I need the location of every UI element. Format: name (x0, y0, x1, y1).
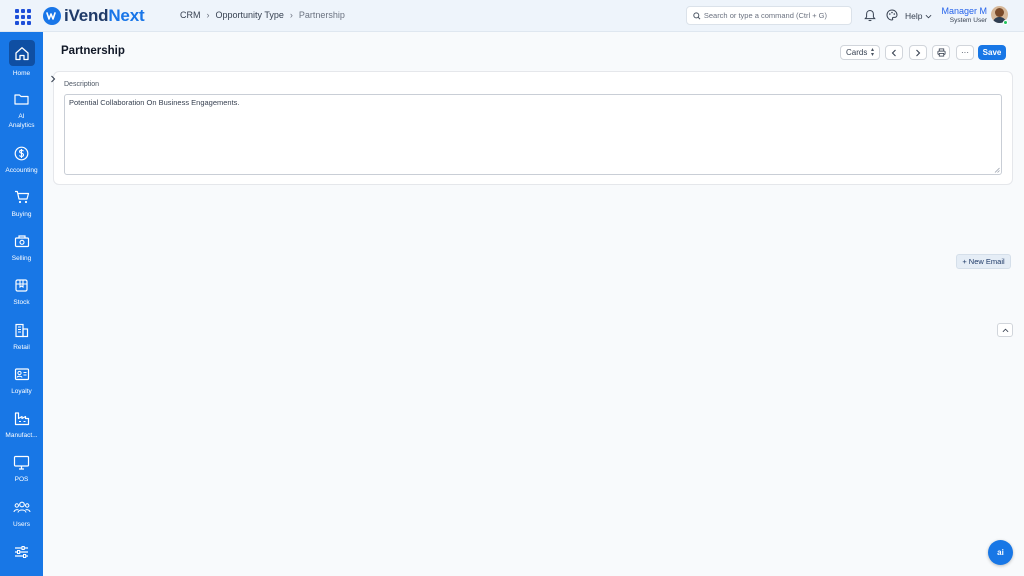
selling-icon (9, 231, 35, 251)
new-email-button[interactable]: + New Email (956, 254, 1011, 269)
sidebar-item-label: Stock (13, 299, 30, 306)
sidebar-item-home[interactable]: Home (0, 40, 43, 78)
sidebar-item-selling[interactable]: Selling (0, 231, 43, 263)
sidebar-item-label: Manufact... (5, 432, 38, 439)
sidebar-item-stock[interactable]: Stock (0, 275, 43, 307)
logo-text: iVendNext (64, 6, 145, 25)
search-bar[interactable] (686, 6, 852, 25)
breadcrumb-item-opportunity-type[interactable]: Opportunity Type (216, 10, 284, 20)
chevron-right-icon (916, 49, 921, 56)
more-options-button[interactable]: ··· (956, 45, 974, 60)
breadcrumb-current: Partnership (298, 10, 345, 20)
view-select-value: Cards (846, 48, 868, 57)
help-menu[interactable]: Help (905, 11, 932, 21)
app-logo[interactable]: iVendNext (43, 6, 145, 26)
cart-icon (9, 187, 35, 207)
chevron-left-icon (891, 49, 896, 56)
sidebar-item-pos[interactable]: POS (0, 452, 43, 484)
sidebar-item-manufacturing[interactable]: Manufact... (0, 408, 43, 440)
sort-updown-icon: ▴ ▾ (870, 47, 874, 58)
next-record-button[interactable] (909, 45, 927, 60)
scroll-to-top-button[interactable] (997, 323, 1013, 337)
breadcrumb: CRM › Opportunity Type › Partnership (180, 10, 345, 20)
online-status-dot (1003, 20, 1008, 25)
printer-icon (936, 48, 946, 57)
chevron-right-icon: › (289, 10, 293, 20)
sidebar-item-label: POS (14, 476, 29, 483)
sidebar: Home AI Analytics Accounting Buying Sell… (0, 32, 43, 576)
loyalty-icon (9, 364, 35, 384)
description-field[interactable]: Potential Collaboration On Business Enga… (64, 94, 1002, 175)
page-title: Partnership (61, 45, 125, 57)
chevron-down-icon (926, 14, 932, 18)
breadcrumb-item-crm[interactable]: CRM (180, 10, 201, 20)
save-button[interactable]: Save (978, 45, 1006, 60)
sidebar-item-label: Loyalty (11, 388, 32, 395)
view-select[interactable]: Cards ▴ ▾ (840, 45, 880, 60)
sidebar-item-ai-analytics[interactable]: AI Analytics (0, 89, 43, 130)
logo-mark-icon (43, 7, 61, 25)
prev-record-button[interactable] (885, 45, 903, 60)
sidebar-item-settings[interactable] (0, 542, 43, 565)
sidebar-item-label: AI Analytics (8, 113, 35, 129)
apps-grid-icon[interactable] (12, 6, 32, 26)
retail-icon (9, 320, 35, 340)
user-role: System User (949, 17, 987, 24)
sidebar-item-label: Accounting (5, 167, 38, 174)
print-button[interactable] (932, 45, 950, 60)
home-icon (8, 40, 35, 66)
sidebar-item-label: Selling (11, 255, 32, 262)
more-icon: ··· (961, 47, 969, 57)
sidebar-item-buying[interactable]: Buying (0, 187, 43, 219)
ai-assistant-button[interactable]: ai (988, 540, 1013, 565)
sidebar-item-retail[interactable]: Retail (0, 320, 43, 352)
folder-icon (9, 89, 35, 109)
box-icon (9, 275, 35, 295)
description-label: Description (64, 81, 100, 88)
dollar-icon (9, 143, 35, 163)
sidebar-item-label: Home (12, 70, 31, 77)
sidebar-item-label: Users (13, 521, 30, 528)
help-label: Help (905, 11, 923, 21)
sidebar-item-label: Buying (11, 211, 32, 218)
section-collapse-icon[interactable] (50, 75, 56, 85)
chevron-up-icon (1002, 328, 1008, 332)
bell-icon[interactable] (864, 9, 876, 22)
factory-icon (9, 408, 35, 428)
users-icon (9, 497, 35, 517)
sliders-icon (9, 542, 35, 562)
search-input[interactable] (703, 11, 851, 20)
chevron-right-icon: › (206, 10, 210, 20)
sidebar-item-accounting[interactable]: Accounting (0, 143, 43, 175)
palette-icon[interactable] (886, 9, 898, 21)
sidebar-item-loyalty[interactable]: Loyalty (0, 364, 43, 396)
sidebar-item-label: Retail (13, 344, 30, 351)
resize-grip-icon[interactable] (994, 167, 1000, 173)
sidebar-item-users[interactable]: Users (0, 497, 43, 529)
top-bar: iVendNext CRM › Opportunity Type › Partn… (0, 0, 1024, 32)
monitor-icon (9, 452, 35, 472)
search-icon (693, 11, 701, 19)
user-menu[interactable]: Manager M System User (941, 6, 987, 24)
user-name: Manager M (941, 6, 987, 16)
